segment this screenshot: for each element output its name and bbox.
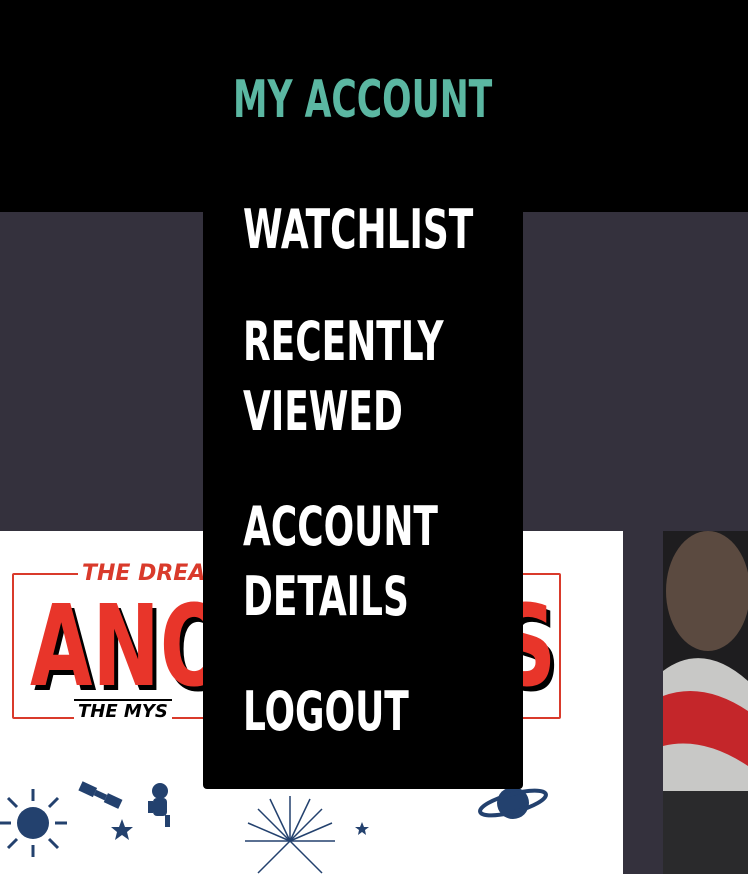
- menu-item-recently-viewed[interactable]: RECENTLY VIEWED: [243, 307, 444, 447]
- site-header: MY ACCOUNT: [0, 0, 748, 212]
- astronaut-icon: [148, 783, 170, 827]
- photo-image: [663, 531, 748, 874]
- menu-item-account-details[interactable]: ACCOUNT DETAILS: [243, 492, 438, 632]
- star-icon: [355, 822, 369, 835]
- show-card-photo[interactable]: [663, 531, 748, 874]
- menu-item-watchlist[interactable]: WATCHLIST: [243, 195, 473, 265]
- planet-icon: [478, 787, 548, 819]
- menu-item-label: LOGOUT: [243, 680, 409, 743]
- menu-item-label: DETAILS: [243, 565, 409, 628]
- fireworks-icon: [245, 796, 335, 874]
- account-dropdown-menu: WATCHLIST RECENTLY VIEWED ACCOUNT DETAIL…: [203, 195, 523, 789]
- menu-item-logout[interactable]: LOGOUT: [243, 677, 409, 747]
- menu-item-label: ACCOUNT: [243, 495, 438, 558]
- my-account-button[interactable]: MY ACCOUNT: [233, 72, 492, 128]
- menu-item-label: WATCHLIST: [243, 198, 474, 261]
- satellite-icon: [78, 781, 123, 809]
- sun-icon: [0, 789, 67, 857]
- menu-item-label: VIEWED: [243, 380, 403, 443]
- star-icon: [111, 819, 133, 840]
- menu-item-label: RECENTLY: [243, 310, 444, 373]
